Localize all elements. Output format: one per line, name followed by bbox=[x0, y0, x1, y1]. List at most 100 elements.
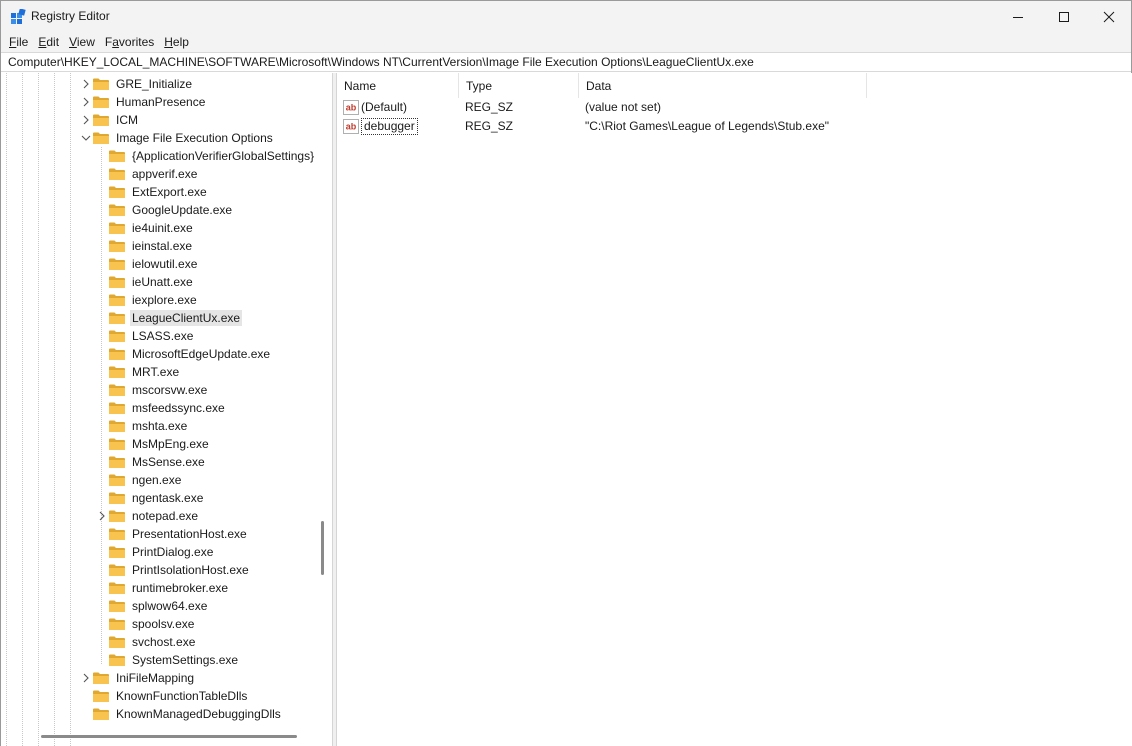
tree-item[interactable]: mshta.exe bbox=[96, 417, 189, 435]
tree-item[interactable]: GRE_Initialize bbox=[80, 75, 194, 93]
chevron-right-icon[interactable] bbox=[96, 510, 108, 522]
tree-item[interactable]: MicrosoftEdgeUpdate.exe bbox=[96, 345, 272, 363]
minimize-icon bbox=[1013, 16, 1023, 18]
tree-item-label: svchost.exe bbox=[132, 635, 196, 649]
close-icon bbox=[1103, 11, 1115, 22]
tree-horizontal-scrollbar[interactable] bbox=[41, 735, 297, 738]
tree-spacer bbox=[80, 708, 92, 720]
tree-item[interactable]: PresentationHost.exe bbox=[96, 525, 249, 543]
tree-item[interactable]: mscorsvw.exe bbox=[96, 381, 209, 399]
tree-spacer bbox=[96, 294, 108, 306]
folder-icon bbox=[109, 312, 125, 324]
tree-item-label: GoogleUpdate.exe bbox=[132, 203, 233, 217]
tree-item-label: appverif.exe bbox=[132, 167, 198, 181]
column-header-name[interactable]: Name bbox=[337, 73, 459, 98]
tree-item[interactable]: ExtExport.exe bbox=[96, 183, 209, 201]
folder-icon bbox=[109, 402, 125, 414]
menu-edit[interactable]: Edit bbox=[33, 33, 64, 51]
registry-tree[interactable]: GRE_Initialize HumanPresence ICM Image File… bbox=[1, 73, 332, 746]
folder-icon bbox=[109, 456, 125, 468]
tree-item-label: ngen.exe bbox=[132, 473, 182, 487]
tree-item[interactable]: runtimebroker.exe bbox=[96, 579, 230, 597]
tree-item-label: splwow64.exe bbox=[132, 599, 208, 613]
tree-item[interactable]: ICM bbox=[80, 111, 140, 129]
menu-favorites-accelerator: a bbox=[112, 35, 119, 49]
address-bar[interactable]: Computer\HKEY_LOCAL_MACHINE\SOFTWARE\Mic… bbox=[1, 52, 1131, 72]
tree-item-label: ngentask.exe bbox=[132, 491, 204, 505]
tree-spacer bbox=[96, 150, 108, 162]
tree-item-label: GRE_Initialize bbox=[116, 77, 193, 91]
value-data: (value not set) bbox=[585, 100, 662, 114]
menu-bar: File Edit View Favorites Help bbox=[1, 32, 1131, 52]
maximize-button[interactable] bbox=[1041, 1, 1087, 32]
tree-item[interactable]: GoogleUpdate.exe bbox=[96, 201, 234, 219]
column-header-data[interactable]: Data bbox=[579, 73, 867, 98]
tree-item[interactable]: svchost.exe bbox=[96, 633, 197, 651]
value-name-cell: debugger bbox=[361, 117, 418, 136]
tree-item[interactable]: KnownFunctionTableDlls bbox=[80, 687, 249, 705]
tree-item-label: HumanPresence bbox=[116, 95, 206, 109]
folder-icon bbox=[109, 474, 125, 486]
tree-item[interactable]: spoolsv.exe bbox=[96, 615, 196, 633]
tree-item[interactable]: LSASS.exe bbox=[96, 327, 195, 345]
tree-item[interactable]: ngen.exe bbox=[96, 471, 183, 489]
tree-item[interactable]: ngentask.exe bbox=[96, 489, 205, 507]
menu-view-label: iew bbox=[76, 35, 95, 49]
tree-item[interactable]: msfeedssync.exe bbox=[96, 399, 227, 417]
tree-spacer bbox=[96, 186, 108, 198]
tree-spacer bbox=[96, 600, 108, 612]
tree-item[interactable]: PrintDialog.exe bbox=[96, 543, 215, 561]
tree-spacer bbox=[96, 654, 108, 666]
menu-file[interactable]: File bbox=[4, 33, 33, 51]
tree-item[interactable]: MRT.exe bbox=[96, 363, 181, 381]
tree-vertical-scrollbar[interactable] bbox=[321, 521, 324, 575]
tree-spacer bbox=[96, 276, 108, 288]
values-list[interactable]: Name Type Data ab (Default) REG_SZ (value n… bbox=[337, 73, 1132, 746]
tree-item[interactable]: MsMpEng.exe bbox=[96, 435, 211, 453]
value-row[interactable]: ab debugger REG_SZ "C:\Riot Games\League of… bbox=[337, 117, 1132, 136]
tree-item[interactable]: ieUnatt.exe bbox=[96, 273, 195, 291]
tree-item[interactable]: KnownManagedDebuggingDlls bbox=[80, 705, 283, 723]
tree-item[interactable]: IniFileMapping bbox=[80, 669, 196, 687]
tree-item[interactable]: ieinstal.exe bbox=[96, 237, 194, 255]
tree-item-label: IniFileMapping bbox=[116, 671, 195, 685]
column-header-type[interactable]: Type bbox=[459, 73, 579, 98]
menu-favorites[interactable]: Favorites bbox=[100, 33, 159, 51]
tree-spacer bbox=[96, 312, 108, 324]
tree-item-label: ie4uinit.exe bbox=[132, 221, 193, 235]
chevron-down-icon[interactable] bbox=[80, 132, 92, 144]
tree-spacer bbox=[96, 618, 108, 630]
tree-item-label: LSASS.exe bbox=[132, 329, 194, 343]
tree-item[interactable]: PrintIsolationHost.exe bbox=[96, 561, 251, 579]
close-button[interactable] bbox=[1086, 1, 1132, 32]
tree-item[interactable]: Image File Execution Options bbox=[80, 129, 275, 147]
tree-item[interactable]: iexplore.exe bbox=[96, 291, 199, 309]
tree-item[interactable]: LeagueClientUx.exe bbox=[96, 309, 243, 327]
tree-item[interactable]: MsSense.exe bbox=[96, 453, 207, 471]
menu-help[interactable]: Help bbox=[159, 33, 194, 51]
tree-item-label: MsSense.exe bbox=[132, 455, 205, 469]
tree-item[interactable]: HumanPresence bbox=[80, 93, 207, 111]
menu-view[interactable]: View bbox=[64, 33, 100, 51]
tree-item[interactable]: ielowutil.exe bbox=[96, 255, 199, 273]
title-bar[interactable]: Registry Editor bbox=[1, 1, 1131, 32]
tree-item[interactable]: ie4uinit.exe bbox=[96, 219, 195, 237]
chevron-right-icon[interactable] bbox=[80, 78, 92, 90]
value-name: (Default) bbox=[361, 100, 408, 114]
tree-item[interactable]: SystemSettings.exe bbox=[96, 651, 240, 669]
tree-item[interactable]: splwow64.exe bbox=[96, 597, 209, 615]
chevron-right-icon[interactable] bbox=[80, 672, 92, 684]
minimize-button[interactable] bbox=[995, 1, 1041, 32]
tree-item[interactable]: notepad.exe bbox=[96, 507, 200, 525]
tree-spacer bbox=[80, 690, 92, 702]
folder-icon bbox=[109, 438, 125, 450]
value-row[interactable]: ab (Default) REG_SZ (value not set) bbox=[337, 98, 1132, 117]
folder-icon bbox=[109, 150, 125, 162]
chevron-right-icon[interactable] bbox=[80, 114, 92, 126]
tree-item[interactable]: appverif.exe bbox=[96, 165, 199, 183]
chevron-right-icon[interactable] bbox=[80, 96, 92, 108]
folder-icon bbox=[93, 114, 109, 126]
tree-item[interactable]: {ApplicationVerifierGlobalSettings} bbox=[96, 147, 316, 165]
menu-favorites-label: vorites bbox=[118, 35, 155, 49]
tree-item-label: mshta.exe bbox=[132, 419, 188, 433]
